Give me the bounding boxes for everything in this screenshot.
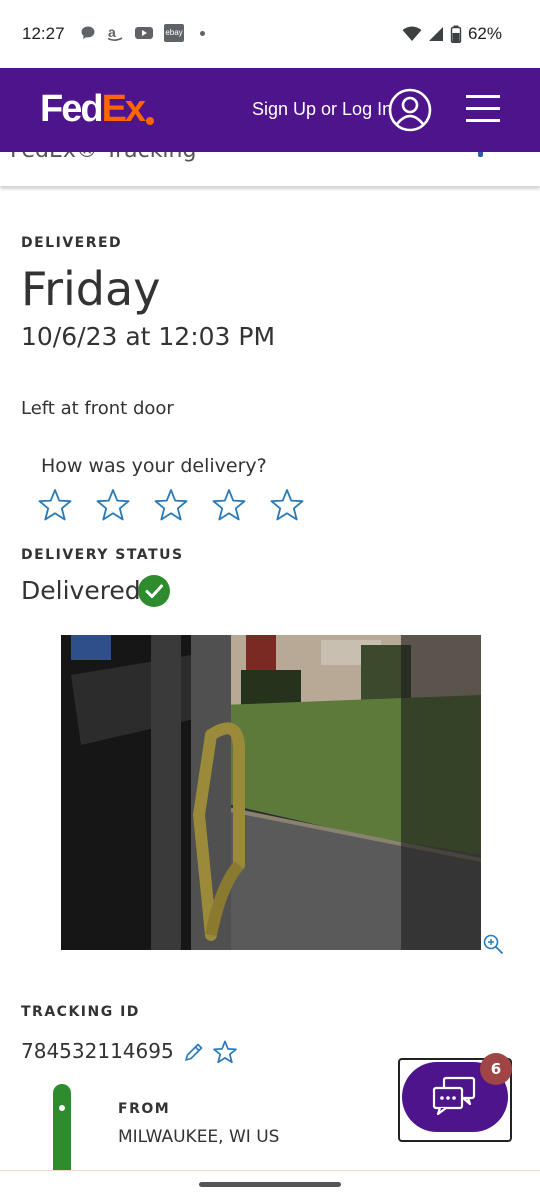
battery-icon (450, 25, 462, 43)
registered-mark (146, 117, 155, 125)
timeline-origin-dot (59, 1105, 65, 1111)
delivery-status-value: Delivered (21, 576, 141, 605)
delivery-status-label: DELIVERY STATUS (21, 547, 184, 563)
subheader-title: FedEx® Tracking (10, 152, 196, 163)
status-time: 12:27 (22, 24, 65, 43)
logo-fed: Fed (40, 88, 104, 130)
user-profile-icon[interactable] (388, 88, 432, 132)
tracking-subheader: FedEx® Tracking (0, 152, 540, 186)
from-location: MILWAUKEE, WI US (118, 1127, 280, 1147)
shipment-timeline (53, 1084, 71, 1174)
from-label: FROM (118, 1101, 171, 1117)
chat-bubble-icon (81, 26, 95, 39)
svg-text:a: a (108, 24, 116, 40)
proof-of-delivery-photo[interactable] (61, 635, 481, 950)
check-circle-icon (138, 575, 170, 607)
wifi-icon (402, 26, 422, 41)
rating-question: How was your delivery? (41, 455, 267, 477)
star-5-icon[interactable] (270, 488, 304, 522)
youtube-icon (135, 27, 153, 39)
hamburger-menu-icon[interactable] (466, 95, 500, 123)
sign-in-link[interactable]: Sign Up or Log In (252, 99, 392, 120)
subheader-indicator (478, 152, 483, 157)
chat-notification-badge: 6 (480, 1053, 512, 1085)
cell-signal-icon (428, 27, 443, 41)
delivery-location: Left at front door (21, 398, 174, 419)
delivered-label: DELIVERED (21, 235, 123, 251)
watch-star-icon[interactable] (213, 1040, 237, 1064)
chat-icon (432, 1076, 476, 1116)
status-bar: 12:27 a ebay 62% (0, 0, 540, 68)
zoom-in-icon[interactable] (482, 933, 504, 955)
site-header: FedEx Sign Up or Log In (0, 68, 540, 152)
delivery-day: Friday (21, 262, 161, 316)
home-gesture-handle[interactable] (199, 1182, 341, 1187)
battery-percent: 62% (467, 24, 502, 43)
star-4-icon[interactable] (212, 488, 246, 522)
amazon-icon: a (107, 24, 123, 41)
dot-icon (200, 30, 205, 36)
tracking-id-label: TRACKING ID (21, 1004, 140, 1020)
delivery-photo-image (61, 635, 481, 950)
tracking-id-value: 784532114695 (21, 1039, 174, 1063)
notification-icons: a ebay (80, 24, 205, 42)
star-2-icon[interactable] (96, 488, 130, 522)
star-1-icon[interactable] (38, 488, 72, 522)
delivery-datetime: 10/6/23 at 12:03 PM (21, 322, 276, 351)
logo-ex: Ex (101, 88, 147, 130)
ebay-icon: ebay (164, 24, 184, 42)
star-rating (38, 488, 304, 522)
star-3-icon[interactable] (154, 488, 188, 522)
pencil-edit-icon[interactable] (183, 1041, 205, 1063)
fedex-logo[interactable]: FedEx (40, 88, 155, 131)
